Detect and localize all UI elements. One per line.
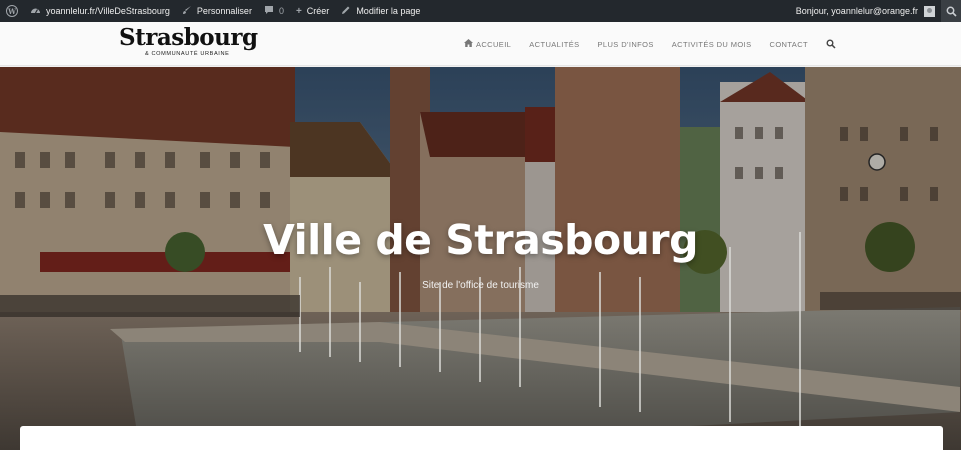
admin-search-button[interactable] <box>941 0 961 22</box>
content-card <box>20 426 943 450</box>
hero-banner: Ville de Strasbourg Site de l'office de … <box>0 67 961 450</box>
edit-page-label: Modifier la page <box>356 6 421 16</box>
nav-item-activities[interactable]: ACTIVITÉS DU MOIS <box>672 40 752 49</box>
nav-label: CONTACT <box>769 39 808 49</box>
nav-item-news[interactable]: ACTUALITÉS <box>529 40 579 49</box>
edit-page-link[interactable]: Modifier la page <box>335 0 426 22</box>
avatar <box>924 5 935 17</box>
wordpress-logo-icon: W <box>6 5 18 17</box>
nav-label: ACTIVITÉS DU MOIS <box>671 39 752 49</box>
pencil-icon <box>341 5 351 18</box>
site-header: Strasbourg & COMMUNAUTÉ URBAINE ACCUEIL … <box>0 22 961 66</box>
new-content-label: Créer <box>306 6 330 16</box>
customize-link[interactable]: Personnaliser <box>176 0 258 22</box>
logo-subtitle: & COMMUNAUTÉ URBAINE <box>145 51 230 57</box>
admin-bar: W yoannlelur.fr/VilleDeStrasbourg Person… <box>0 0 961 22</box>
comment-bubble-icon <box>264 5 274 18</box>
plus-icon: + <box>295 5 302 17</box>
brush-icon <box>182 5 192 18</box>
site-name-label: yoannlelur.fr/VilleDeStrasbourg <box>46 6 170 16</box>
nav-item-home[interactable]: ACCUEIL <box>463 39 512 49</box>
customize-label: Personnaliser <box>196 6 252 16</box>
logo-title: Strasbourg <box>119 24 258 51</box>
hero-title: Ville de Strasbourg <box>263 216 698 264</box>
new-content-link[interactable]: + Créer <box>290 0 335 22</box>
account-menu[interactable]: Bonjour, yoannlelur@orange.fr <box>790 0 935 22</box>
comments-link[interactable]: 0 <box>258 0 290 22</box>
home-icon <box>463 39 473 49</box>
nav-label: PLUS D'INFOS <box>597 39 654 49</box>
search-icon <box>826 39 836 49</box>
nav-label: ACCUEIL <box>475 39 512 49</box>
site-logo[interactable]: Strasbourg & COMMUNAUTÉ URBAINE <box>119 25 259 63</box>
nav-search-button[interactable] <box>826 39 836 49</box>
hero-subtitle: Site de l'office de tourisme <box>422 280 539 291</box>
search-icon <box>946 6 957 17</box>
greeting-label: Bonjour, yoannlelur@orange.fr <box>795 6 918 16</box>
nav-item-contact[interactable]: CONTACT <box>770 40 809 49</box>
dashboard-icon <box>30 5 41 18</box>
nav-label: ACTUALITÉS <box>529 39 580 49</box>
wordpress-menu[interactable]: W <box>0 0 24 22</box>
nav-item-more-info[interactable]: PLUS D'INFOS <box>598 40 654 49</box>
main-navigation: ACCUEIL ACTUALITÉS PLUS D'INFOS ACTIVITÉ… <box>463 22 836 66</box>
comments-count: 0 <box>278 6 284 16</box>
site-name-link[interactable]: yoannlelur.fr/VilleDeStrasbourg <box>24 0 176 22</box>
